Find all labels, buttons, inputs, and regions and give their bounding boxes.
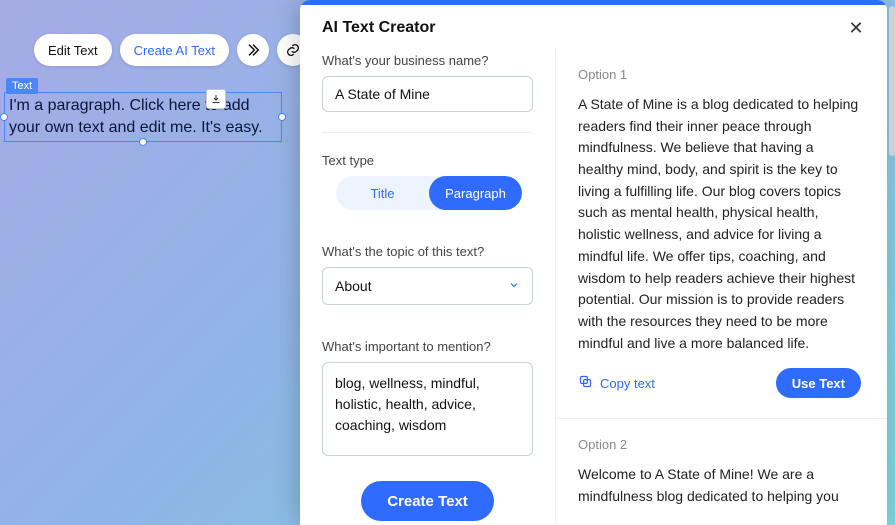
result-option-1-actions: Copy text Use Text — [578, 368, 861, 398]
copy-text-label: Copy text — [600, 376, 655, 391]
text-type-title-label: Title — [370, 186, 394, 201]
business-name-input[interactable] — [322, 76, 533, 112]
chevron-down-icon — [508, 278, 520, 294]
result-option-1-label: Option 1 — [578, 67, 861, 82]
text-type-paragraph-label: Paragraph — [445, 186, 506, 201]
results-column[interactable]: Option 1 A State of Mine is a blog dedic… — [555, 49, 887, 525]
important-label: What's important to mention? — [322, 339, 533, 354]
copy-text-button[interactable]: Copy text — [578, 374, 655, 392]
copy-icon — [578, 374, 593, 392]
modal-header: AI Text Creator ✕ — [300, 5, 887, 49]
create-ai-text-button[interactable]: Create AI Text — [120, 34, 229, 66]
use-text-label: Use Text — [792, 376, 845, 391]
edit-text-button[interactable]: Edit Text — [34, 34, 112, 66]
editor-stage: Edit Text Create AI Text Text I'm a para… — [0, 0, 895, 525]
create-text-label: Create Text — [387, 493, 468, 510]
result-option-2: Option 2 Welcome to A State of Mine! We … — [556, 419, 887, 525]
important-textarea[interactable] — [322, 362, 533, 456]
form-column: What's your business name? Text type Tit… — [300, 49, 555, 525]
modal-title: AI Text Creator — [322, 19, 436, 37]
topic-select[interactable]: About — [322, 267, 533, 305]
result-option-2-body: Welcome to A State of Mine! We are a min… — [578, 464, 861, 507]
create-ai-text-label: Create AI Text — [134, 43, 215, 58]
resize-handle-left[interactable] — [0, 113, 8, 121]
text-type-segmented: Title Paragraph — [336, 176, 522, 210]
edit-text-label: Edit Text — [48, 43, 98, 58]
page-scrollbar[interactable] — [889, 6, 895, 156]
resize-handle-bottom[interactable] — [139, 138, 147, 146]
divider — [322, 132, 533, 133]
modal-body: What's your business name? Text type Tit… — [300, 49, 887, 525]
use-text-button[interactable]: Use Text — [776, 368, 861, 398]
business-name-label: What's your business name? — [322, 53, 533, 68]
canvas-toolbar: Edit Text Create AI Text — [34, 34, 309, 66]
result-option-2-label: Option 2 — [578, 437, 861, 452]
text-type-label: Text type — [322, 153, 533, 168]
download-icon[interactable] — [206, 89, 226, 109]
close-icon[interactable]: ✕ — [847, 19, 865, 37]
result-option-1: Option 1 A State of Mine is a blog dedic… — [556, 49, 887, 419]
text-type-paragraph-option[interactable]: Paragraph — [429, 176, 522, 210]
resize-handle-right[interactable] — [278, 113, 286, 121]
text-type-title-option[interactable]: Title — [336, 176, 429, 210]
canvas-text-element[interactable]: I'm a paragraph. Click here to add your … — [4, 92, 282, 142]
ai-text-creator-modal: AI Text Creator ✕ What's your business n… — [300, 0, 887, 525]
topic-label: What's the topic of this text? — [322, 244, 533, 259]
animation-icon[interactable] — [237, 34, 269, 66]
topic-value: About — [335, 278, 372, 294]
create-text-button[interactable]: Create Text — [361, 481, 494, 521]
result-option-1-body: A State of Mine is a blog dedicated to h… — [578, 94, 861, 354]
